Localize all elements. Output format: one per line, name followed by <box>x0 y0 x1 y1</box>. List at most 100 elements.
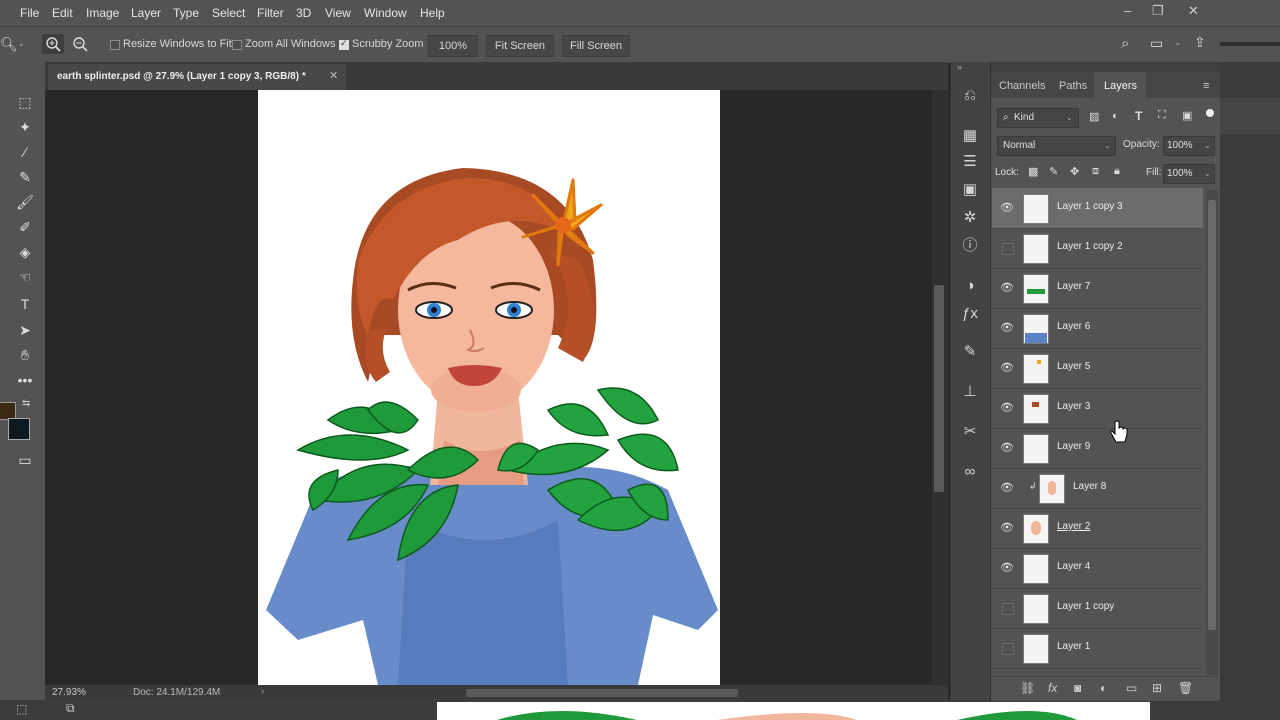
visibility-eye-icon[interactable]: 👁︎ <box>1000 561 1014 575</box>
tool-presets-icon[interactable]: ✂ <box>958 422 982 442</box>
filter-pixel-icon[interactable]: ▧ <box>1089 110 1099 123</box>
info-icon[interactable]: ⓘ <box>958 236 982 256</box>
zoom-tool-icon[interactable]: 🔍︎ <box>0 36 18 53</box>
layer-row[interactable]: Layer 1 copy 2 <box>992 228 1203 269</box>
new-layer-icon[interactable]: ⊞ <box>1152 681 1162 695</box>
search-icon[interactable]: ⌕ <box>1121 35 1129 52</box>
menu-layer[interactable]: Layer <box>131 6 161 20</box>
zoom-in-button[interactable] <box>42 34 64 54</box>
tab-layers[interactable]: Layers <box>1104 80 1137 92</box>
artwork-canvas[interactable] <box>258 90 720 685</box>
styles-fx-icon[interactable]: ƒx <box>958 304 982 324</box>
filter-smart-object-icon[interactable]: ▣ <box>1182 109 1192 122</box>
share-icon[interactable]: ⇪ <box>1194 34 1206 51</box>
fill-screen-button[interactable]: Fill Screen <box>562 35 630 57</box>
creative-cloud-icon[interactable]: ∞ <box>958 462 982 482</box>
workspace-icon[interactable]: ▭ <box>1150 35 1163 52</box>
healing-brush-tool-icon[interactable]: ✎ <box>14 167 36 187</box>
hand-tool-icon[interactable]: ✋︎ <box>14 345 36 365</box>
layer-row[interactable]: 👁︎ Layer 5 <box>992 348 1203 389</box>
fit-screen-button[interactable]: Fit Screen <box>486 35 554 57</box>
new-group-icon[interactable]: ▭ <box>1126 681 1137 695</box>
visibility-eye-icon[interactable]: 👁︎ <box>1000 441 1014 455</box>
tab-channels[interactable]: Channels <box>999 80 1045 92</box>
lock-image-brush-icon[interactable]: ✎ <box>1049 165 1058 178</box>
magic-wand-tool-icon[interactable]: ✦ <box>14 117 36 137</box>
visibility-eye-icon[interactable]: 👁︎ <box>1000 321 1014 335</box>
layer-row[interactable]: 👁︎ Layer 2 <box>992 508 1203 549</box>
layer-row[interactable]: 👁︎ Layer 4 <box>992 548 1203 589</box>
lock-all-icon[interactable]: 🔒︎ <box>1114 165 1120 178</box>
menu-file[interactable]: File <box>20 6 39 20</box>
navigator-icon[interactable]: ✲ <box>958 208 982 228</box>
add-mask-icon[interactable]: ◙ <box>1074 681 1081 695</box>
tool-preset-chevron-icon[interactable]: ⌄ <box>18 39 25 48</box>
blend-mode-select[interactable]: Normal ⌄ <box>997 136 1116 156</box>
brush-settings-icon[interactable]: ✎ <box>958 342 982 362</box>
type-tool-icon[interactable]: T <box>14 294 36 314</box>
visibility-eye-icon[interactable]: 👁︎ <box>1000 281 1014 295</box>
eyedropper-tool-icon[interactable]: ⁄ <box>14 142 36 162</box>
visibility-toggle-off[interactable] <box>1002 643 1014 655</box>
filter-toggle-icon[interactable] <box>1206 109 1214 117</box>
visibility-toggle-off[interactable] <box>1002 603 1014 615</box>
swap-colors-icon[interactable]: ⇆ <box>22 398 30 409</box>
brush-tool-icon[interactable]: 🖌︎ <box>14 192 36 212</box>
layer-row[interactable]: Layer 1 <box>992 628 1203 669</box>
document-tab[interactable]: earth splinter.psd @ 27.9% (Layer 1 copy… <box>48 64 346 90</box>
layer-row[interactable]: 👁︎ ↲ Layer 8 <box>992 468 1203 509</box>
history-brush-tool-icon[interactable]: ✐ <box>14 217 36 237</box>
visibility-toggle-off[interactable] <box>1002 243 1014 255</box>
zoom-all-checkbox[interactable] <box>232 40 242 50</box>
filter-type-icon[interactable]: T <box>1135 109 1142 123</box>
background-color-swatch[interactable] <box>8 418 30 440</box>
visibility-eye-icon[interactable]: 👁︎ <box>1000 401 1014 415</box>
zoom-value-field[interactable]: 100% <box>428 35 478 57</box>
menu-3d[interactable]: 3D <box>296 6 311 20</box>
more-tools-icon[interactable]: ••• <box>14 370 36 390</box>
swatches-grid-icon[interactable]: ▦ <box>958 126 982 146</box>
paint-bucket-tool-icon[interactable]: ◈ <box>14 242 36 262</box>
clone-source-icon[interactable]: ⊥ <box>958 382 982 402</box>
filter-adjustment-icon[interactable]: ◐ <box>1112 110 1119 122</box>
adjustments-sliders-icon[interactable]: ☰ <box>958 152 982 172</box>
opacity-field[interactable]: 100% ⌄ <box>1163 136 1215 156</box>
visibility-eye-icon[interactable]: 👁︎ <box>1000 201 1014 215</box>
lock-artboard-icon[interactable]: ⧈ <box>1092 165 1099 178</box>
libraries-icon[interactable]: ▣ <box>958 180 982 200</box>
lock-position-icon[interactable]: ✥ <box>1070 165 1079 178</box>
adjustment-layer-icon[interactable]: ◐ <box>1100 681 1107 695</box>
status-menu-chevron-icon[interactable]: › <box>261 686 264 697</box>
layer-style-fx-icon[interactable]: fx <box>1048 681 1057 695</box>
layer-row[interactable]: 👁︎ Layer 7 <box>992 268 1203 309</box>
smudge-tool-icon[interactable]: ☜ <box>14 267 36 287</box>
workspace-chevron-icon[interactable]: ⌄ <box>1174 37 1182 48</box>
delete-layer-icon[interactable]: 🗑︎ <box>1178 681 1193 695</box>
marquee-tool-icon[interactable]: ⬚ <box>14 92 36 112</box>
color-icon[interactable]: ◑ <box>958 276 982 296</box>
layers-scroll-thumb[interactable] <box>1208 200 1216 630</box>
frame-icon[interactable]: ⬚ <box>16 702 27 716</box>
fill-field[interactable]: 100% ⌄ <box>1163 164 1215 184</box>
lock-transparent-icon[interactable]: ▩ <box>1028 165 1038 178</box>
panel-menu-icon[interactable]: ≡ <box>1203 80 1209 92</box>
link-layers-icon[interactable]: ⛓ <box>1020 681 1035 695</box>
layer-row[interactable]: 👁︎ Layer 1 copy 3 <box>992 188 1203 229</box>
menu-select[interactable]: Select <box>212 6 245 20</box>
menu-filter[interactable]: Filter <box>257 6 284 20</box>
layer-row[interactable]: 👁︎ Layer 3 <box>992 388 1203 429</box>
filter-shape-icon[interactable]: ⛶ <box>1158 109 1166 122</box>
canvas-horizontal-scroll-thumb[interactable] <box>466 689 738 697</box>
window-arrange-icon[interactable]: ⧉ <box>66 701 75 716</box>
zoom-level[interactable]: 27.93% <box>52 687 86 698</box>
path-selection-tool-icon[interactable]: ➤ <box>14 320 36 340</box>
visibility-eye-icon[interactable]: 👁︎ <box>1000 481 1014 495</box>
menu-view[interactable]: View <box>325 6 351 20</box>
menu-image[interactable]: Image <box>86 6 119 20</box>
layer-row[interactable]: 👁︎ Layer 6 <box>992 308 1203 349</box>
history-icon[interactable]: ⎌ <box>958 86 982 106</box>
menu-window[interactable]: Window <box>364 6 407 20</box>
visibility-eye-icon[interactable]: 👁︎ <box>1000 521 1014 535</box>
menu-edit[interactable]: Edit <box>52 6 73 20</box>
visibility-eye-icon[interactable]: 👁︎ <box>1000 361 1014 375</box>
